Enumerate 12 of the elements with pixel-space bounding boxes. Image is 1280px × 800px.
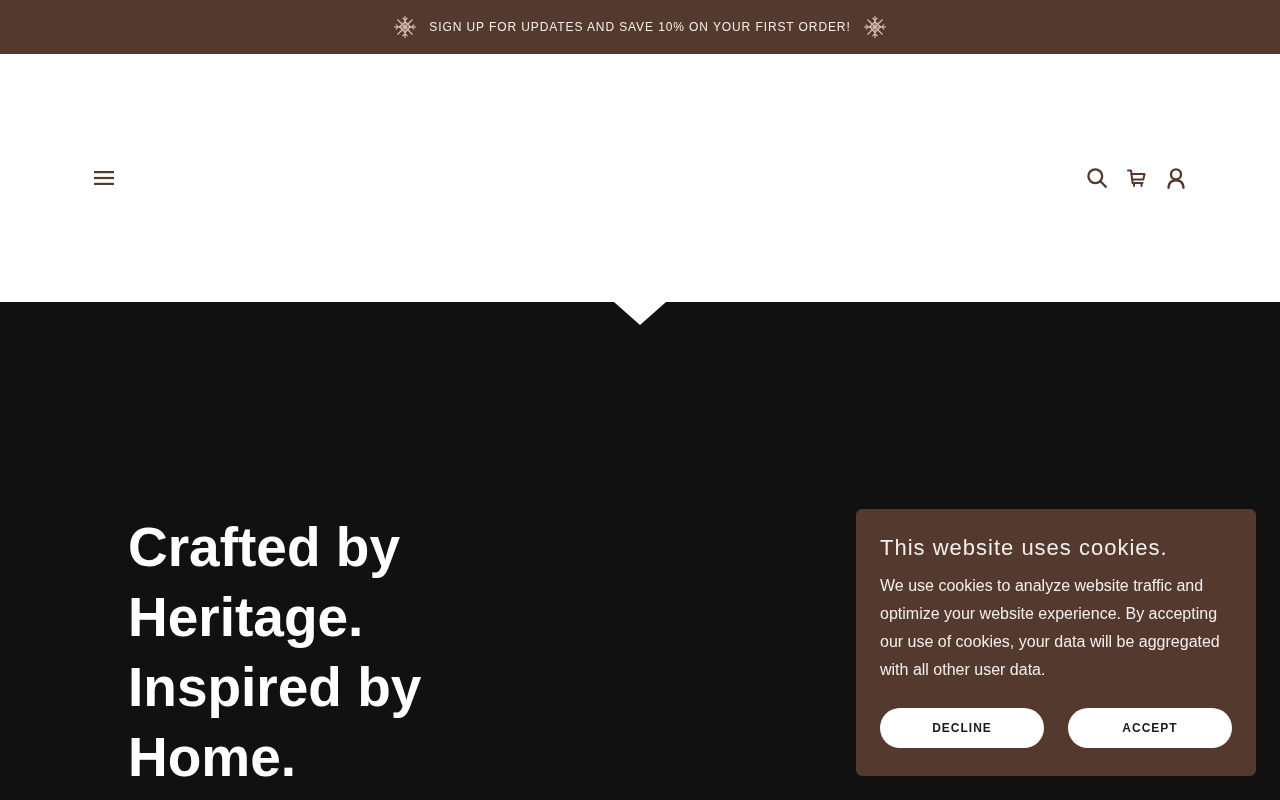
- snowflake-icon: [862, 15, 887, 39]
- dialog-title: This website uses cookies.: [880, 534, 1169, 562]
- hero-heading: Crafted by Heritage. Inspired by Home.: [128, 515, 423, 790]
- user-icon[interactable]: [1166, 167, 1186, 189]
- accept-button[interactable]: ACCEPT: [1068, 708, 1232, 748]
- menu-icon[interactable]: [94, 171, 114, 185]
- dialog-message: We use cookies to analyze website traffic and optimize your website experience. By accepting our use of cookies, your data will be aggregated with all other user data.: [880, 576, 1221, 680]
- decline-button[interactable]: DECLINE: [880, 708, 1044, 748]
- announcement-text: SIGN UP FOR UPDATES AND SAVE 10% ON YOUR FIRST ORDER!: [429, 20, 851, 34]
- cart-icon[interactable]: [1127, 169, 1146, 187]
- snowflake-icon: [393, 15, 418, 39]
- search-icon[interactable]: [1087, 168, 1107, 188]
